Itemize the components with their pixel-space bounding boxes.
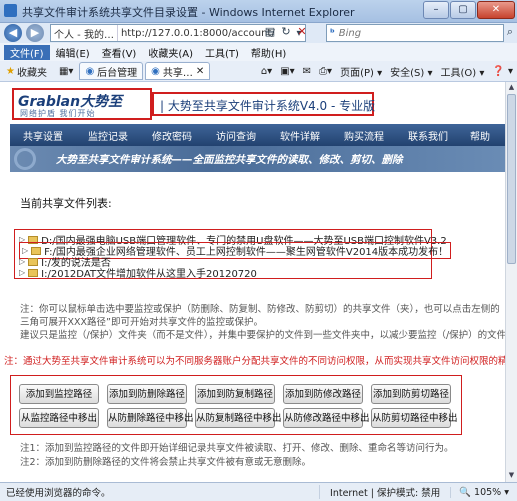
add-anti-cut-button[interactable]: 添加到防剪切路径	[371, 384, 451, 404]
logo-slogan: 网络护盾 我们开始	[20, 109, 96, 118]
nav-purchase[interactable]: 购买流程	[332, 128, 396, 143]
alert-text: 注：通过大势至共享文件审计系统可以为不同服务器账户分配共享文件的不同访问权限，从…	[4, 356, 506, 367]
zoom-level[interactable]: 🔍 105% ▾	[450, 486, 517, 498]
print-icon[interactable]: ⎙▾	[319, 66, 332, 77]
bing-icon: ᵇ	[330, 27, 335, 39]
security-zone: Internet | 保护模式: 禁用	[319, 485, 450, 499]
system-title-box: | 大势至共享文件审计系统V4.0 - 专业版	[152, 92, 376, 116]
grid-icon[interactable]: ▦▾	[53, 66, 79, 77]
nav-access-query[interactable]: 访问查询	[204, 128, 268, 143]
remove-anti-delete-button[interactable]: 从防删除路径中移出	[107, 408, 194, 428]
mail-icon[interactable]: ✉	[303, 66, 311, 77]
maximize-button[interactable]: ▢	[450, 1, 476, 19]
scroll-up-icon[interactable]: ▲	[506, 83, 517, 93]
safety-menu[interactable]: 安全(S) ▾	[390, 64, 432, 79]
menu-view[interactable]: 查看(V)	[96, 45, 143, 60]
expand-triangle-icon[interactable]: ▷	[19, 268, 25, 277]
note-suggestion: 建议只是监控（/保护）文件夹（而不是文件），并集中要保护的文件到一些文件夹中，以…	[20, 330, 506, 341]
folder-icon	[28, 268, 39, 277]
page-icon: ◉	[151, 65, 160, 77]
page-icon: ◉	[85, 65, 95, 77]
system-title: | 大势至共享文件审计系统V4.0 - 专业版	[160, 99, 376, 113]
remove-anti-copy-button[interactable]: 从防复制路径中移出	[195, 408, 282, 428]
remove-monitor-button[interactable]: 从监控路径中移出	[19, 408, 99, 428]
tools-menu[interactable]: 工具(O) ▾	[440, 64, 484, 79]
scroll-thumb[interactable]	[507, 94, 516, 264]
forward-arrow-icon[interactable]: ▶	[26, 24, 44, 42]
tab-share-label: 共享…	[162, 67, 193, 79]
window-controls: – ▢ ✕	[423, 1, 515, 19]
menu-edit[interactable]: 编辑(E)	[50, 45, 96, 60]
menu-tools[interactable]: 工具(T)	[199, 45, 245, 60]
page-menu[interactable]: 页面(P) ▾	[340, 64, 382, 79]
page-viewport: Grablan大势至 网络护盾 我们开始 | 大势至共享文件审计系统V4.0 -…	[0, 82, 506, 482]
nav-change-password[interactable]: 修改密码	[140, 128, 204, 143]
tab-share[interactable]: ◉ 共享… ✕	[145, 62, 211, 80]
action-button-panel: 添加到监控路径 添加到防删除路径 添加到防复制路径 添加到防修改路径 添加到防剪…	[10, 375, 462, 435]
remove-anti-modify-button[interactable]: 从防修改路径中移出	[283, 408, 370, 428]
window-title: 共享文件审计系统共享文件目录设置 - Windows Internet Expl…	[22, 6, 355, 19]
share-list: ▷ D:/国内最强电脑USB端口管理软件、专门的禁用U盘软件——大势至USB端口…	[14, 229, 452, 280]
status-text: 已经使用浏览器的命令。	[6, 488, 111, 499]
menu-file[interactable]: 文件(F)	[4, 44, 50, 60]
search-box[interactable]: ᵇ	[326, 24, 504, 42]
site-banner: 大势至共享文件审计系统——全面监控共享文件的读取、修改、剪切、删除	[10, 146, 506, 172]
search-go-icon[interactable]: ⌕	[503, 25, 517, 39]
share-path: I:/2012DAT文件增加软件从这里入手20120720	[41, 269, 257, 280]
note-monitor: 注1：添加到监控路径的文件即开始详细记录共享文件被读取、打开、修改、删除、重命名…	[20, 443, 454, 454]
nav-software-details[interactable]: 软件详解	[268, 128, 332, 143]
feeds-icon[interactable]: ▣▾	[280, 66, 294, 77]
command-bar: ⌂▾ ▣▾ ✉ ⎙▾ 页面(P) ▾ 安全(S) ▾ 工具(O) ▾ ❓ ▾	[261, 61, 513, 81]
back-arrow-icon[interactable]: ◀	[4, 24, 22, 42]
favorites-button[interactable]: ★ 收藏夹	[0, 64, 53, 79]
address-toolbar: ◀ ▶ 个人 - 我的… http://127.0.0.1:8000/accou…	[0, 23, 517, 43]
help-menu[interactable]: ❓ ▾	[492, 66, 513, 77]
ie-icon	[4, 4, 17, 17]
add-monitor-button[interactable]: 添加到监控路径	[19, 384, 99, 404]
add-button-row: 添加到监控路径 添加到防删除路径 添加到防复制路径 添加到防修改路径 添加到防剪…	[19, 384, 451, 404]
share-item[interactable]: ▷ I:/2012DAT文件增加软件从这里入手20120720	[19, 265, 257, 280]
search-input[interactable]	[336, 26, 471, 40]
home-icon[interactable]: ⌂▾	[261, 66, 272, 77]
tab-close-icon[interactable]: ✕	[196, 66, 204, 77]
section-title: 当前共享文件列表:	[20, 197, 112, 210]
refresh-icon[interactable]: ↻	[279, 25, 293, 39]
menu-help[interactable]: 帮助(H)	[245, 45, 292, 60]
security-zone-label: 个人 - 我的…	[51, 25, 118, 41]
nav-help[interactable]: 帮助	[460, 128, 500, 143]
nav-share-settings[interactable]: 共享设置	[10, 128, 76, 143]
banner-text: 大势至共享文件审计系统——全面监控共享文件的读取、修改、剪切、删除	[56, 154, 403, 166]
stop-icon[interactable]: ✕	[295, 25, 309, 39]
gear-icon	[14, 148, 36, 170]
favorites-label: 收藏夹	[16, 67, 47, 79]
add-anti-copy-button[interactable]: 添加到防复制路径	[195, 384, 275, 404]
minimize-button[interactable]: –	[423, 1, 449, 19]
remove-anti-cut-button[interactable]: 从防剪切路径中移出	[371, 408, 458, 428]
logo-box: Grablan大势至 网络护盾 我们开始	[12, 88, 152, 120]
vertical-scrollbar[interactable]: ▲ ▼	[505, 82, 517, 482]
nav-contact[interactable]: 联系我们	[396, 128, 460, 143]
add-anti-modify-button[interactable]: 添加到防修改路径	[283, 384, 363, 404]
tab-admin-label: 后台管理	[97, 67, 138, 79]
note-anti-delete: 注2：添加到防删除路径的文件将会禁止共享文件被有意或无意删除。	[20, 457, 312, 468]
favorites-bar: ★ 收藏夹 ▦▾ ◉ 后台管理 ◉ 共享… ✕ ⌂▾ ▣▾ ✉ ⎙▾ 页面(P)…	[0, 61, 517, 82]
star-icon: ★	[6, 65, 15, 77]
status-bar: 已经使用浏览器的命令。 Internet | 保护模式: 禁用 🔍 105% ▾	[0, 482, 517, 501]
window-titlebar: 共享文件审计系统共享文件目录设置 - Windows Internet Expl…	[0, 0, 517, 23]
tab-admin[interactable]: ◉ 后台管理	[79, 62, 144, 80]
note-usage: 注：你可以鼠标单击选中要监控或保护（防删除、防复制、防修改、防剪切）的共享文件（…	[20, 304, 500, 328]
nav-monitor-records[interactable]: 监控记录	[76, 128, 140, 143]
menu-favorites[interactable]: 收藏夹(A)	[142, 45, 199, 60]
scroll-down-icon[interactable]: ▼	[506, 471, 517, 481]
menu-bar: 文件(F) 编辑(E) 查看(V) 收藏夹(A) 工具(T) 帮助(H)	[0, 43, 517, 61]
site-nav: 共享设置 监控记录 修改密码 访问查询 软件详解 购买流程 联系我们 帮助	[10, 124, 506, 146]
site-header: Grablan大势至 网络护盾 我们开始 | 大势至共享文件审计系统V4.0 -…	[10, 86, 500, 120]
add-anti-delete-button[interactable]: 添加到防删除路径	[107, 384, 187, 404]
close-button[interactable]: ✕	[477, 1, 515, 19]
remove-button-row: 从监控路径中移出 从防删除路径中移出 从防复制路径中移出 从防修改路径中移出 从…	[19, 408, 458, 428]
compat-view-icon[interactable]: ▤	[263, 25, 277, 39]
